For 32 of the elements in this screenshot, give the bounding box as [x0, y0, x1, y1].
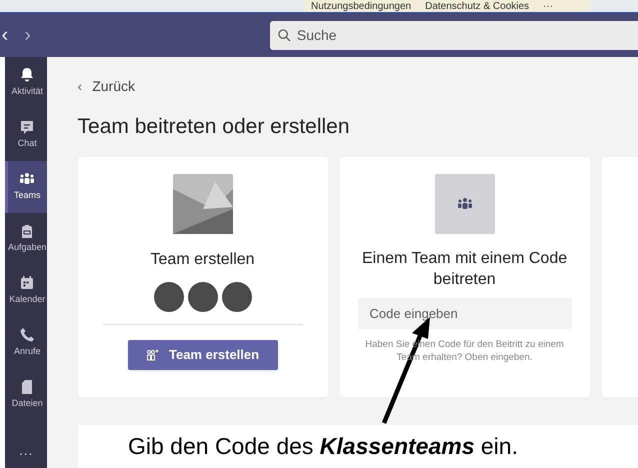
back-button[interactable]: ‹	[2, 25, 8, 45]
footer-link[interactable]: Nutzungsbedingungen	[311, 0, 412, 12]
card-title: Einem Team mit einem Code beitreten	[360, 248, 568, 290]
avatar-silhouette	[154, 282, 184, 312]
sidebar-item[interactable]: Aufgaben	[5, 213, 47, 265]
add-people-icon	[146, 348, 159, 360]
back-link[interactable]: ‹ Zurück	[78, 76, 638, 97]
sidebar-item[interactable]: Teams	[5, 161, 47, 213]
footer-link[interactable]: ···	[543, 0, 554, 12]
avatar-silhouette	[222, 282, 252, 312]
search-field[interactable]: Suche	[270, 20, 638, 50]
code-input-field[interactable]: Code eingeben	[358, 298, 572, 328]
people-icon	[456, 196, 473, 210]
sidebar-item[interactable]: Kalender	[5, 265, 47, 317]
sidebar-item[interactable]: Chat	[5, 109, 47, 161]
footer-link[interactable]: Datenschutz & Cookies	[425, 0, 530, 12]
annotation-text: Gib den Code des Klassenteams ein.	[128, 432, 518, 462]
more-apps-button[interactable]: ···	[5, 443, 47, 468]
calendar-icon	[19, 275, 36, 292]
sidebar-item[interactable]: Anrufe	[5, 317, 47, 369]
sidebar-item[interactable]: Aktivität	[5, 57, 47, 109]
sidebar-item[interactable]: Dateien	[5, 369, 47, 421]
chat-icon	[19, 119, 36, 136]
phone-icon	[19, 327, 36, 344]
card-title: Team erstellen	[150, 250, 255, 270]
page-title: Team beitreten oder erstellen	[78, 114, 351, 140]
forward-button[interactable]: ›	[24, 25, 31, 45]
image-placeholder-icon	[172, 174, 233, 234]
bell-icon	[19, 67, 36, 84]
avatar-silhouette	[188, 282, 218, 312]
search-icon	[278, 28, 291, 42]
create-team-button[interactable]: Team erstellen	[128, 340, 278, 370]
